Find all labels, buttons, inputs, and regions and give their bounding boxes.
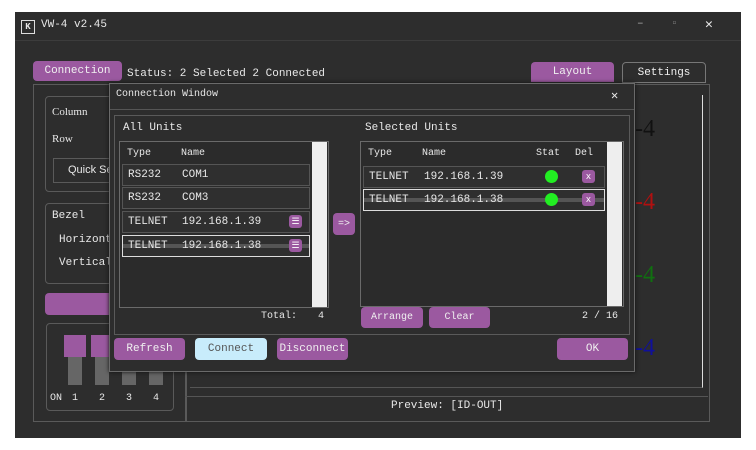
dialog-title-bar: Connection Window ✕ — [110, 84, 634, 110]
col-name: Name — [422, 148, 447, 159]
delete-icon[interactable]: x — [582, 193, 595, 206]
selected-units-list: Type Name Stat Del TELNET 192.168.1.39 x T… — [360, 141, 624, 307]
status-connected-icon — [545, 170, 558, 183]
connection-tab[interactable]: Connection — [33, 61, 122, 81]
all-units-row[interactable]: RS232 COM3 — [122, 187, 310, 209]
dip-on-label: ON — [50, 393, 63, 404]
arrange-button[interactable]: Arrange — [361, 307, 423, 328]
ok-button[interactable]: OK — [557, 338, 628, 360]
status-connected-icon — [545, 193, 558, 206]
col-del: Del — [575, 148, 594, 159]
refresh-button[interactable]: Refresh — [114, 338, 185, 360]
add-to-selected-button[interactable]: => — [333, 213, 355, 235]
connect-button[interactable]: Connect — [195, 338, 267, 360]
col-type: Type — [368, 148, 393, 159]
all-units-row[interactable]: RS232 COM1 — [122, 164, 310, 186]
all-units-row[interactable]: TELNET 192.168.1.39 ☰ — [122, 211, 310, 233]
total-label: Total: — [261, 311, 298, 322]
selected-units-row[interactable]: TELNET 192.168.1.39 x — [363, 166, 605, 188]
delete-icon[interactable]: x — [582, 170, 595, 183]
all-units-row-selected[interactable]: TELNET 192.168.1.38 ☰ — [122, 235, 310, 257]
app-title: VW-4 v2.45 — [41, 19, 108, 31]
bezel-label: Bezel — [52, 210, 86, 222]
col-name: Name — [181, 148, 206, 159]
selected-units-scrollbar[interactable] — [607, 142, 622, 306]
vertical-label: Vertical — [59, 257, 112, 269]
dip-label-2: 2 — [99, 393, 106, 404]
horizontal-label: Horizont — [59, 234, 112, 246]
id-label-4: -4 — [635, 335, 655, 361]
all-units-label: All Units — [123, 122, 183, 134]
title-bar: K VW-4 v2.45 – ▫ ✕ — [15, 12, 741, 41]
all-units-scrollbar[interactable] — [312, 142, 327, 307]
clear-button[interactable]: Clear — [429, 307, 490, 328]
selected-units-row-selected[interactable]: TELNET 192.168.1.38 x — [363, 189, 605, 211]
dip-switch-4[interactable] — [149, 370, 163, 385]
dialog-title: Connection Window — [116, 89, 219, 100]
col-type: Type — [127, 148, 152, 159]
selected-count: 2 / 16 — [582, 311, 619, 322]
layout-tab[interactable]: Layout — [531, 62, 614, 82]
app-logo-icon: K — [21, 20, 35, 34]
total-value: 4 — [318, 311, 325, 322]
close-button[interactable]: ✕ — [705, 17, 713, 32]
maximize-button[interactable]: ▫ — [671, 18, 678, 30]
dip-switch-3[interactable] — [122, 370, 136, 385]
disconnect-button[interactable]: Disconnect — [277, 338, 348, 360]
menu-icon[interactable]: ☰ — [289, 215, 302, 228]
dip-switch-2[interactable] — [91, 335, 113, 385]
minimize-button[interactable]: – — [637, 18, 644, 30]
dialog-close-button[interactable]: ✕ — [611, 88, 618, 103]
dip-label-3: 3 — [126, 393, 133, 404]
id-label-2: -4 — [635, 189, 655, 215]
id-label-3: -4 — [635, 262, 655, 288]
preview-label: Preview: [ID-OUT] — [391, 400, 504, 412]
dip-label-4: 4 — [153, 393, 160, 404]
menu-icon[interactable]: ☰ — [289, 239, 302, 252]
col-stat: Stat — [536, 148, 561, 159]
status-text: Status: 2 Selected 2 Connected — [127, 68, 326, 80]
settings-tab[interactable]: Settings — [622, 62, 706, 83]
dip-switch-1[interactable] — [64, 335, 86, 385]
row-label: Row — [52, 133, 73, 145]
all-units-list: Type Name RS232 COM1 RS232 COM3 TELNET 192.… — [119, 141, 329, 308]
selected-units-label: Selected Units — [365, 122, 458, 134]
quick-setup-button[interactable]: Quick Se — [53, 158, 115, 183]
dip-label-1: 1 — [72, 393, 79, 404]
column-label: Column — [52, 106, 88, 118]
id-label-1: -4 — [635, 116, 655, 142]
